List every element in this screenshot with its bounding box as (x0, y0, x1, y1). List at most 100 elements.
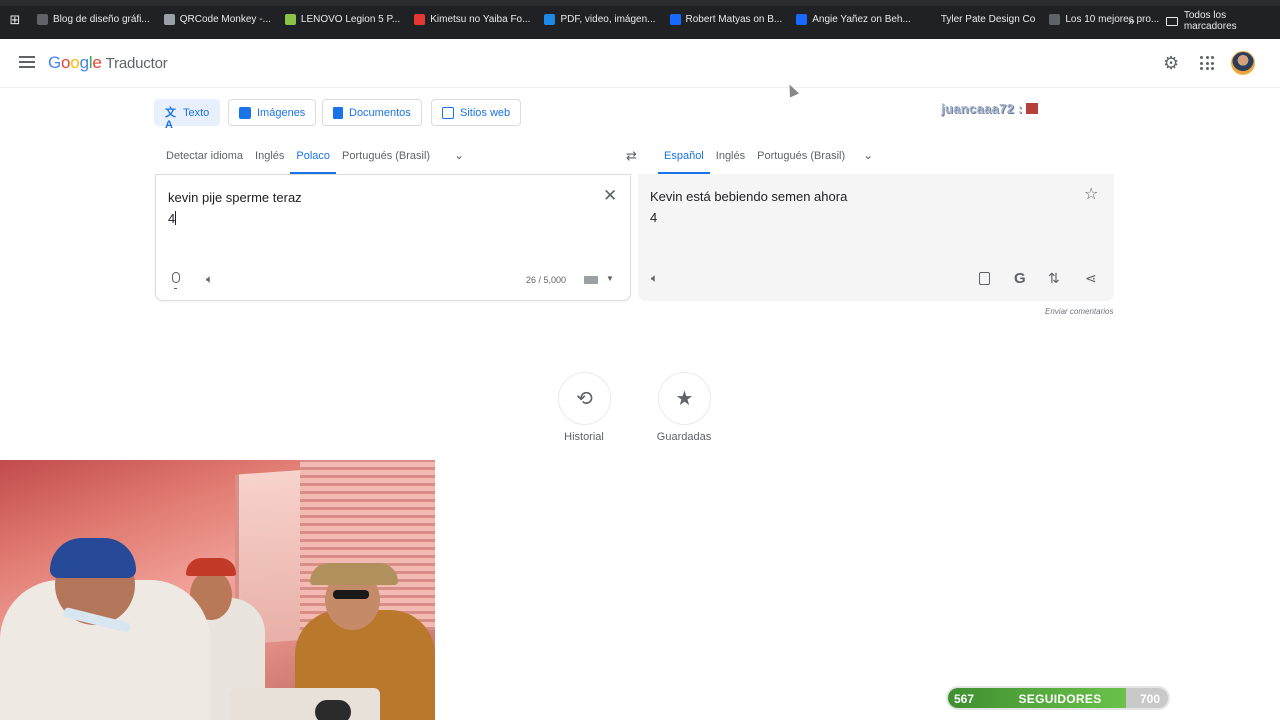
translation-line-2: 4 (650, 210, 658, 225)
all-bookmarks-label: Todos los marcadores (1183, 10, 1237, 32)
text-caret (175, 211, 177, 225)
saved-button[interactable]: ★ (658, 372, 711, 425)
bookmark-label: Los 10 mejores pro... (1065, 14, 1160, 25)
rate-translation-icon[interactable]: ⇅ (1048, 270, 1060, 287)
clear-text-icon[interactable]: ✕ (603, 186, 617, 206)
pdf-tool-icon (544, 14, 556, 25)
product-name: Traductor (105, 55, 168, 72)
table (230, 688, 380, 720)
target-lang-english[interactable]: Inglés (710, 140, 751, 174)
google-translate-logo[interactable]: Google Traductor (48, 53, 168, 73)
watermark-text: juancaaa72 : (941, 101, 1023, 116)
mode-label: Sitios web (460, 106, 511, 119)
lang-detect[interactable]: Detectar idioma (160, 140, 249, 174)
mode-label: Texto (183, 106, 210, 119)
bookmark-label: Tyler Pate Design Co (940, 14, 1036, 25)
copy-icon[interactable] (979, 272, 990, 285)
watermark-emoji-icon (1025, 103, 1038, 114)
target-lang-spanish[interactable]: Español (658, 140, 710, 174)
mode-tab-documents[interactable]: Documentos (322, 99, 422, 126)
bookmark-item[interactable]: Tyler Pate Design Co (918, 9, 1043, 31)
logo-letter: o (61, 53, 71, 72)
translate-text-icon: 文A (165, 106, 176, 131)
star-filled-icon: ★ (675, 388, 694, 410)
share-icon[interactable]: ⋖ (1085, 270, 1097, 287)
qrcode-monkey-icon (163, 14, 175, 25)
source-language-bar: Detectar idioma Inglés Polaco Portugués … (160, 140, 464, 174)
send-feedback-link[interactable]: Enviar comentarios (1045, 307, 1113, 316)
website-icon (442, 106, 454, 119)
chevron-down-icon[interactable]: ⌄ (436, 140, 464, 162)
followers-goal: 700 (1139, 692, 1160, 706)
image-icon (239, 106, 251, 119)
kimetsu-icon (414, 14, 426, 25)
menu-icon[interactable] (19, 56, 35, 68)
bookmark-label: QRCode Monkey -... (179, 14, 271, 25)
chevron-down-icon[interactable]: ⌄ (851, 140, 873, 162)
red-helmet (186, 558, 236, 576)
mode-tab-websites[interactable]: Sitios web (431, 99, 522, 126)
blank-icon (924, 14, 936, 25)
source-textarea[interactable]: kevin pije sperme teraz 4 (168, 187, 302, 229)
folder-icon (1166, 16, 1178, 26)
apps-grid-icon[interactable]: ⊞ (0, 12, 30, 28)
bookmark-label: Angie Yañez on Beh... (812, 14, 911, 25)
character-counter: 26 / 5,000 (526, 275, 567, 285)
table-object (315, 700, 351, 720)
translation-panel: Kevin está bebiendo semen ahora 4 ☆ 🔈︎ G… (638, 174, 1114, 301)
cowboy-hat (310, 563, 398, 585)
mode-label: Imágenes (257, 106, 306, 119)
google-apps-icon[interactable] (1200, 56, 1214, 70)
target-lang-portuguese[interactable]: Portugués (Brasil) (751, 140, 851, 174)
swap-languages-icon[interactable]: ⇄ (626, 148, 637, 164)
document-icon (333, 106, 343, 119)
source-lang-portuguese[interactable]: Portugués (Brasil) (336, 140, 436, 174)
settings-gear-icon[interactable]: ⚙ (1163, 53, 1179, 74)
bookmark-item[interactable]: QRCode Monkey -... (157, 9, 278, 31)
keyboard-dropdown-icon[interactable]: ▼ (606, 274, 614, 283)
bookmark-icon (1049, 14, 1061, 25)
bookmark-item[interactable]: PDF, video, imágen... (537, 9, 662, 31)
mode-label: Documentos (349, 106, 411, 119)
keyboard-icon[interactable] (584, 276, 598, 284)
mode-tab-text[interactable]: 文A Texto (154, 99, 221, 131)
followers-label: SEGUIDORES (1018, 692, 1102, 706)
save-translation-star-icon[interactable]: ☆ (1084, 184, 1098, 204)
saved-label: Guardadas (656, 431, 712, 443)
microphone-icon[interactable] (172, 272, 180, 289)
source-text-panel: kevin pije sperme teraz 4 ✕ 🔈︎ 26 / 5,00… (155, 174, 631, 301)
bookmark-label: Kimetsu no Yaiba Fo... (430, 14, 531, 25)
listen-source-speaker-icon[interactable]: 🔈︎ (206, 272, 213, 287)
target-language-bar: Español Inglés Portugués (Brasil) ⌄ (658, 140, 873, 174)
bookmark-item[interactable]: Kimetsu no Yaiba Fo... (407, 9, 537, 31)
history-button[interactable]: ⟲ (558, 372, 611, 425)
logo-letter: e (92, 53, 102, 72)
source-lang-english[interactable]: Inglés (249, 140, 290, 174)
behance-icon (669, 14, 681, 25)
bookmark-item[interactable]: Angie Yañez on Beh... (789, 9, 918, 31)
history-icon: ⟲ (576, 388, 593, 410)
lenovo-icon (284, 14, 296, 25)
source-line-2: 4 (168, 211, 176, 226)
bookmark-list: Blog de diseño gráfi... QRCode Monkey -..… (30, 9, 1166, 31)
logo-letter: o (70, 53, 80, 72)
all-bookmarks-button[interactable]: Todos los marcadores (1166, 10, 1280, 32)
streamer-watermark: juancaaa72 : (941, 101, 1038, 116)
bookmark-item[interactable]: Los 10 mejores pro... (1042, 9, 1166, 31)
listen-translation-speaker-icon[interactable]: 🔈︎ (651, 271, 658, 286)
google-search-icon[interactable]: G (1014, 270, 1026, 287)
tab-strip (0, 0, 1280, 6)
source-lang-polish[interactable]: Polaco (290, 140, 337, 174)
bookmark-item[interactable]: LENOVO Legion 5 P... (278, 9, 407, 31)
translation-output: Kevin está bebiendo semen ahora 4 (650, 186, 847, 228)
bookmark-item[interactable]: Blog de diseño gráfi... (30, 9, 157, 31)
bookmark-item[interactable]: Robert Matyas on B... (663, 9, 790, 31)
mode-tab-images[interactable]: Imágenes (228, 99, 317, 126)
bookmark-label: LENOVO Legion 5 P... (300, 14, 401, 25)
history-label: Historial (564, 431, 604, 443)
more-bookmarks-icon[interactable]: » (1128, 14, 1135, 28)
bookmark-label: PDF, video, imágen... (560, 14, 656, 25)
account-avatar[interactable] (1231, 51, 1255, 75)
bookmarks-bar: ⊞ Blog de diseño gráfi... QRCode Monkey -… (0, 0, 1280, 39)
bookmark-label: Robert Matyas on B... (685, 14, 783, 25)
